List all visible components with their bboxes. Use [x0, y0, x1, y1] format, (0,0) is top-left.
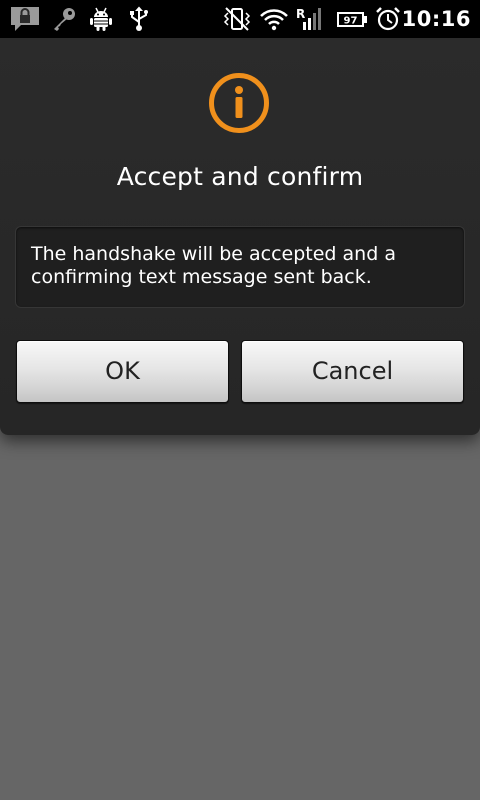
alarm-icon	[375, 6, 401, 32]
dimmed-background	[0, 435, 480, 800]
message-box: The handshake will be accepted and a con…	[15, 226, 465, 308]
dialog-title: Accept and confirm	[116, 162, 364, 191]
notification-lock-icon	[9, 6, 41, 32]
android-debug-icon	[88, 6, 114, 32]
dialog-message: The handshake will be accepted and a con…	[31, 243, 396, 288]
info-icon	[208, 72, 270, 134]
cancel-button[interactable]: Cancel	[241, 340, 464, 403]
status-clock: 10:16	[401, 7, 471, 31]
confirm-dialog: Accept and confirm The handshake will be…	[0, 38, 480, 435]
battery-icon: 97	[335, 6, 369, 32]
usb-icon	[127, 6, 151, 32]
signal-roaming-icon: R	[296, 6, 326, 32]
key-icon	[51, 6, 77, 32]
wifi-icon	[259, 6, 289, 32]
status-bar: R 97 10:16	[0, 0, 480, 38]
battery-level-text: 97	[344, 16, 358, 27]
svg-text:R: R	[296, 7, 305, 21]
vibrate-off-icon	[222, 6, 252, 32]
ok-button[interactable]: OK	[16, 340, 229, 403]
